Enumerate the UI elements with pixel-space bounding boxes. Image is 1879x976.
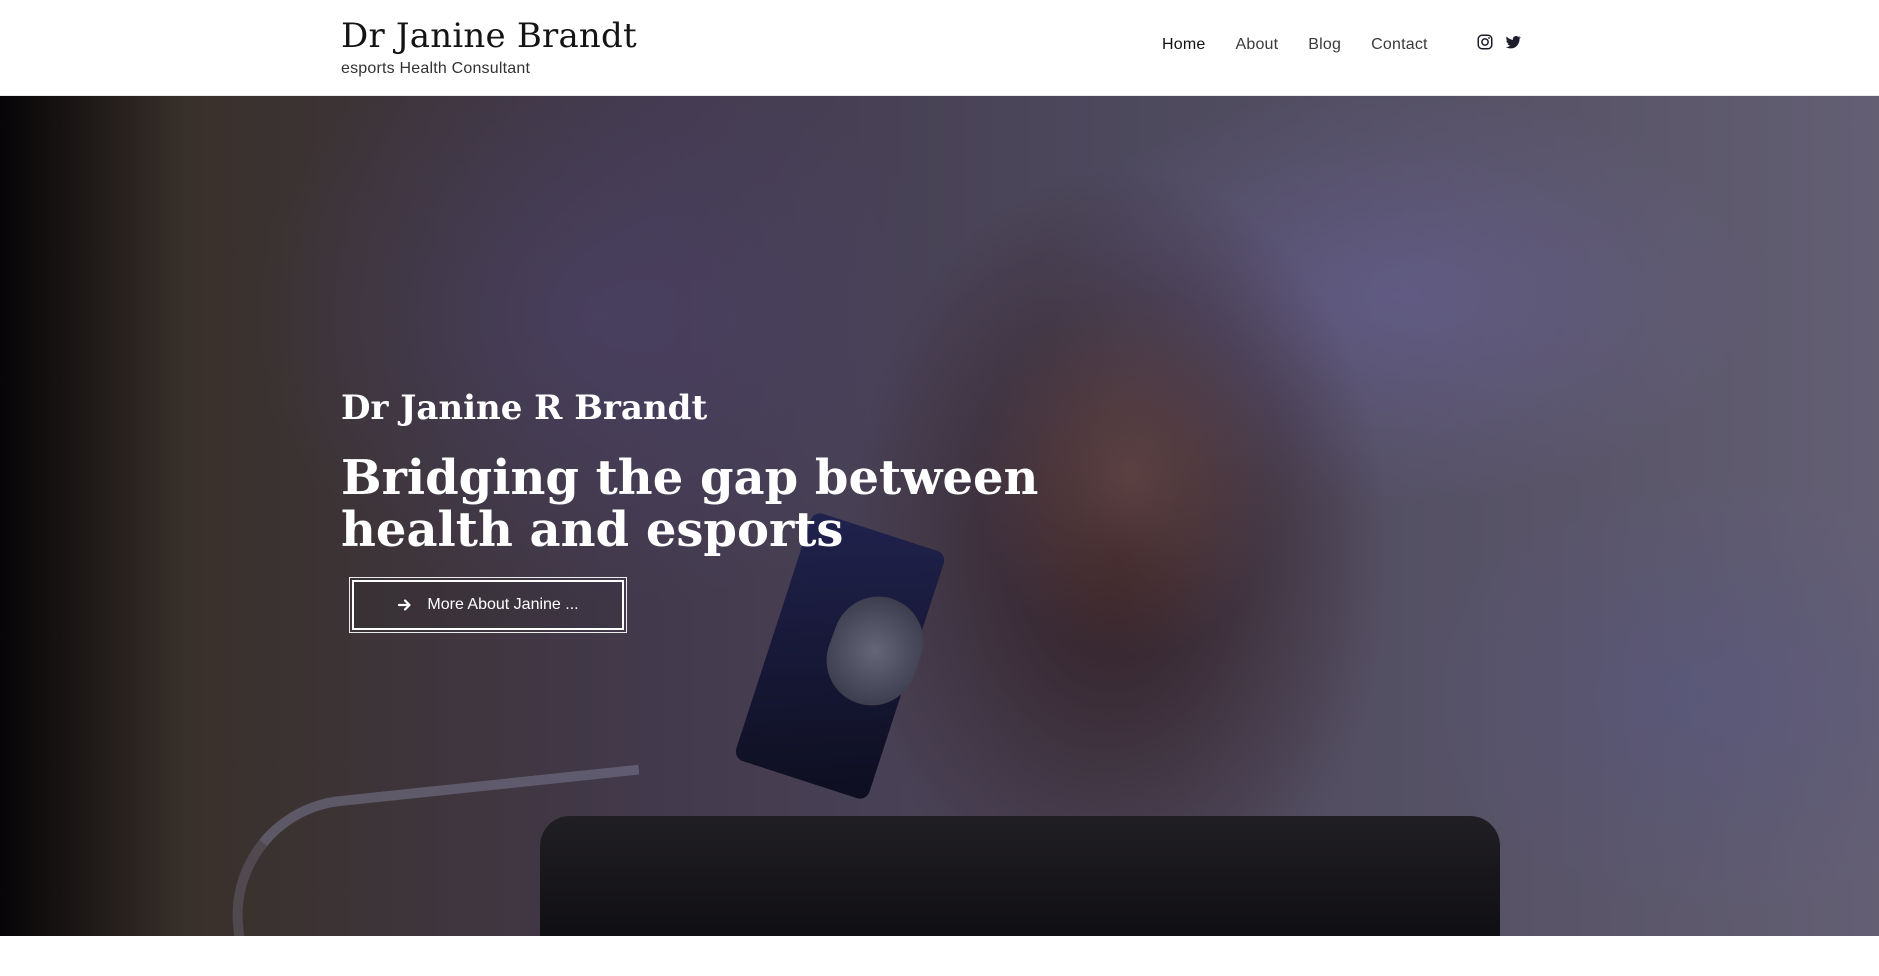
nav-about[interactable]: About (1235, 36, 1278, 54)
hero-heading: Bridging the gap between health and espo… (341, 450, 1039, 558)
more-about-button-label: More About Janine ... (427, 596, 579, 613)
twitter-icon[interactable] (1504, 33, 1522, 51)
more-about-button[interactable]: More About Janine ... (349, 577, 627, 633)
main-nav: Home About Blog Contact (1162, 36, 1458, 54)
social-links (1476, 33, 1522, 51)
site-title[interactable]: Dr Janine Brandt (341, 14, 637, 58)
nav-home[interactable]: Home (1162, 36, 1205, 54)
instagram-icon[interactable] (1476, 33, 1494, 51)
hero-content: Dr Janine R Brandt Bridging the gap betw… (341, 386, 1061, 633)
nav-blog[interactable]: Blog (1308, 36, 1341, 54)
brand[interactable]: Dr Janine Brandt esports Health Consulta… (341, 14, 637, 78)
hero-section: Dr Janine R Brandt Bridging the gap betw… (0, 96, 1879, 936)
arrow-right-icon (398, 599, 411, 611)
site-header: Dr Janine Brandt esports Health Consulta… (0, 0, 1879, 96)
nav-contact[interactable]: Contact (1371, 36, 1428, 54)
hero-name: Dr Janine R Brandt (341, 388, 708, 428)
site-subtitle: esports Health Consultant (341, 60, 531, 77)
